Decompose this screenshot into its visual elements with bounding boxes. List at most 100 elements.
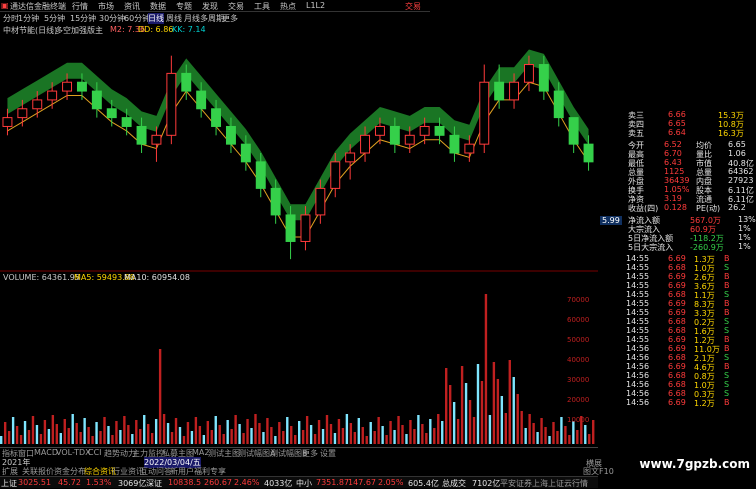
quote-cell: 6.66 xyxy=(668,110,686,119)
volume-bar xyxy=(182,436,186,444)
quote-cell: 6.68 xyxy=(668,380,686,389)
period-1min[interactable]: 1分钟 xyxy=(18,13,39,24)
quote-cell: 14:56 xyxy=(626,353,650,362)
volume-bar xyxy=(226,420,229,444)
candle xyxy=(255,161,266,189)
quote-cell: B xyxy=(724,281,730,290)
volume-bar xyxy=(270,427,273,444)
candle xyxy=(404,134,415,145)
quote-cell: 6.69 xyxy=(668,254,686,263)
trade-button[interactable]: 交易 xyxy=(405,1,421,12)
candle xyxy=(374,125,385,136)
server-notice: 平安证券上海上证云行情 xyxy=(500,479,588,488)
sh-label[interactable]: 上证 xyxy=(1,478,17,489)
zx-amount: 605.4亿 xyxy=(408,479,439,488)
menu-shuju[interactable]: 数据 xyxy=(150,1,166,12)
zx-label[interactable]: 中小 xyxy=(296,478,312,489)
volume-bar xyxy=(536,432,539,444)
title-bar: ▣ 通达信金融终端 行情 市场 资讯 数据 专题 发现 交易 工具 热点 L1L… xyxy=(0,0,430,12)
volume-bar xyxy=(194,417,198,444)
candle xyxy=(240,143,251,163)
menu-redian[interactable]: 热点 xyxy=(280,1,296,12)
quote-cell: S xyxy=(724,389,730,398)
period-week[interactable]: 周线 xyxy=(166,13,182,24)
menu-zhuanti[interactable]: 专题 xyxy=(176,1,192,12)
quote-cell: 14:56 xyxy=(626,389,650,398)
period-day[interactable]: 日线 xyxy=(148,13,164,24)
period-fenshi[interactable]: 分时 xyxy=(3,13,19,24)
tab-ma2[interactable]: MA2 xyxy=(192,448,209,457)
quote-cell: 6.69 xyxy=(668,335,686,344)
menu-jiaoyi[interactable]: 交易 xyxy=(228,1,244,12)
candle xyxy=(434,125,445,136)
volume-bar xyxy=(532,423,535,444)
quote-cell: S xyxy=(724,326,730,335)
candle xyxy=(62,81,73,92)
quote-cell: 14:56 xyxy=(626,371,650,380)
tab-vol-tdx[interactable]: VOL-TDX xyxy=(56,448,91,457)
volume-bar xyxy=(568,435,571,444)
candle xyxy=(121,117,132,127)
candle xyxy=(32,99,43,110)
volume-bar xyxy=(286,417,289,444)
period-more[interactable]: 更多 xyxy=(222,13,238,24)
indicator-name[interactable]: 多空加强版主 xyxy=(55,25,103,36)
volume-bar xyxy=(588,434,591,444)
volume-bar xyxy=(548,436,551,444)
quote-cell: 64362 xyxy=(728,167,754,176)
side-btn-f10[interactable]: 图文F10 xyxy=(583,466,614,477)
volume-bar xyxy=(242,433,245,444)
volume-bar xyxy=(131,434,134,444)
candle xyxy=(523,64,534,83)
candle xyxy=(479,81,490,145)
volume-bar xyxy=(59,433,62,444)
volume-bar xyxy=(83,418,86,444)
volume-bar xyxy=(476,364,480,444)
volume-label: VOLUME: 64361.95 xyxy=(3,273,80,282)
stock-name: 中材节能(日线) xyxy=(3,26,58,35)
volume-bar xyxy=(19,435,23,444)
price-chart[interactable]: 7.757.507.257.006.756.506.256.005.755.50 xyxy=(0,36,598,272)
volume-bar xyxy=(3,422,7,444)
quote-cell: 6.43 xyxy=(664,158,682,167)
volume-bar xyxy=(238,424,241,444)
volume-bar xyxy=(528,414,531,444)
menu-shichang[interactable]: 市场 xyxy=(98,1,114,12)
volume-bar xyxy=(139,429,142,444)
volume-bar xyxy=(540,418,543,444)
volume-bar xyxy=(107,426,110,444)
candle xyxy=(2,117,13,127)
menu-hangqing[interactable]: 行情 xyxy=(72,1,88,12)
period-30min[interactable]: 30分钟 xyxy=(99,13,125,24)
menu-gongju[interactable]: 工具 xyxy=(254,1,270,12)
period-toolbar: 分时 1分钟 5分钟 15分钟 30分钟 60分钟 日线 周线 月线 多周期 更… xyxy=(0,12,430,24)
zx-value: 7351.87 xyxy=(316,478,350,487)
tab-cci[interactable]: CCI xyxy=(88,448,102,457)
volume-chart[interactable]: 70000 60000 50000 40000 30000 20000 10000 xyxy=(0,282,598,447)
candle xyxy=(330,161,341,189)
period-15min[interactable]: 15分钟 xyxy=(70,13,96,24)
volume-bar xyxy=(278,422,281,444)
volume-bar xyxy=(178,427,182,444)
volume-bar xyxy=(206,421,209,444)
tab-macd[interactable]: MACD xyxy=(34,448,58,457)
menu-l1l2[interactable]: L1L2 xyxy=(306,1,325,10)
menu-zixun[interactable]: 资讯 xyxy=(124,1,140,12)
candle xyxy=(76,81,87,92)
quote-cell: 6.69 xyxy=(668,344,686,353)
volume-bar xyxy=(95,422,98,444)
period-5min[interactable]: 5分钟 xyxy=(44,13,65,24)
volume-bar xyxy=(31,416,35,444)
volume-bar xyxy=(170,432,174,444)
sz-label[interactable]: 深证 xyxy=(146,478,162,489)
quote-cell: 6.65 xyxy=(668,119,686,128)
period-month[interactable]: 月线 xyxy=(184,13,200,24)
sh-amount: 3069亿 xyxy=(118,479,147,488)
volume-bar xyxy=(274,436,277,444)
menu-faxian[interactable]: 发现 xyxy=(202,1,218,12)
volume-bar xyxy=(150,433,154,444)
volume-bar xyxy=(23,421,27,444)
period-multi[interactable]: 多周期 xyxy=(200,13,224,24)
period-60min[interactable]: 60分钟 xyxy=(124,13,150,24)
volume-bar xyxy=(345,414,349,444)
